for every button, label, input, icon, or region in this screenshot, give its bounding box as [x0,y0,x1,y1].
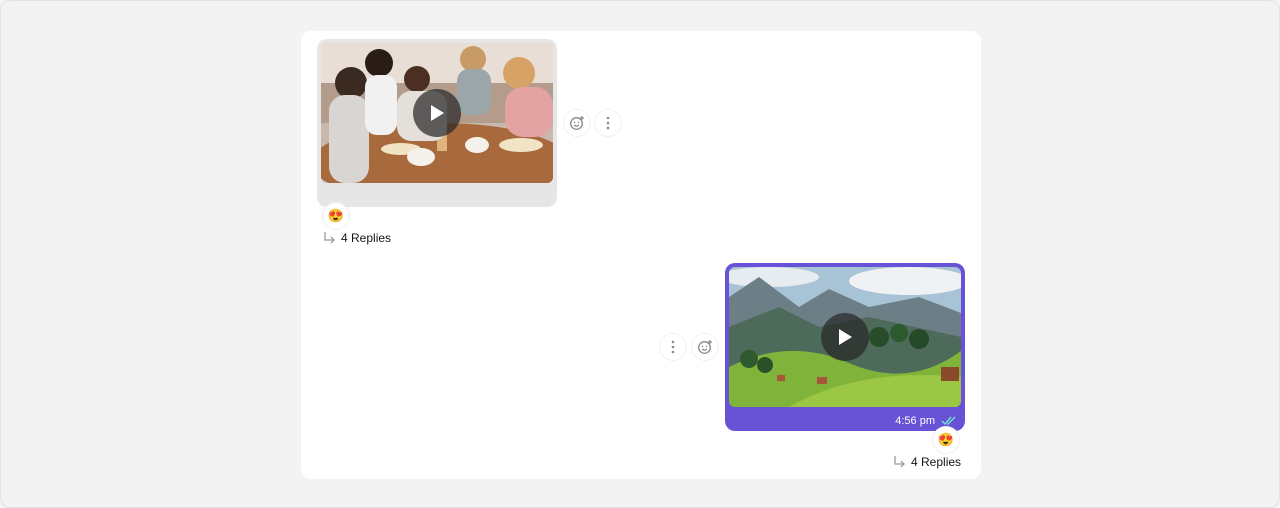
add-reaction-icon [570,116,584,130]
video-thumbnail[interactable] [321,43,553,183]
play-icon [839,329,852,345]
play-icon [431,105,444,121]
message-time: 4:56 pm [895,415,935,427]
video-thumbnail[interactable] [729,267,961,407]
outgoing-video-message[interactable]: 4:56 pm [725,263,965,431]
add-reaction-button[interactable] [564,110,590,136]
reply-arrow-icon [324,232,335,244]
more-options-button[interactable] [660,334,686,360]
incoming-video-message[interactable] [317,39,557,207]
reaction-badge[interactable]: 😍 [933,427,959,453]
message-meta: 4:56 pm [895,415,957,427]
replies-label: 4 Replies [911,455,962,469]
thread-replies-link[interactable]: 4 Replies [323,231,391,245]
more-options-icon [671,340,675,354]
play-button[interactable] [413,89,461,137]
add-reaction-button[interactable] [692,334,718,360]
more-options-button[interactable] [595,110,621,136]
app-frame: 😍 4 Replies 4:56 pm 😍 4 Replies [0,0,1280,508]
reply-arrow-icon [894,456,905,468]
heart-eyes-emoji: 😍 [327,208,345,223]
heart-eyes-emoji: 😍 [937,432,955,447]
add-reaction-icon [698,340,712,354]
double-check-icon [941,416,956,426]
reaction-badge[interactable]: 😍 [323,203,349,229]
replies-label: 4 Replies [341,231,392,245]
play-button[interactable] [821,313,869,361]
thread-replies-link[interactable]: 4 Replies [893,455,961,469]
more-options-icon [606,116,610,130]
message-list: 😍 4 Replies 4:56 pm 😍 4 Replies [301,31,981,479]
